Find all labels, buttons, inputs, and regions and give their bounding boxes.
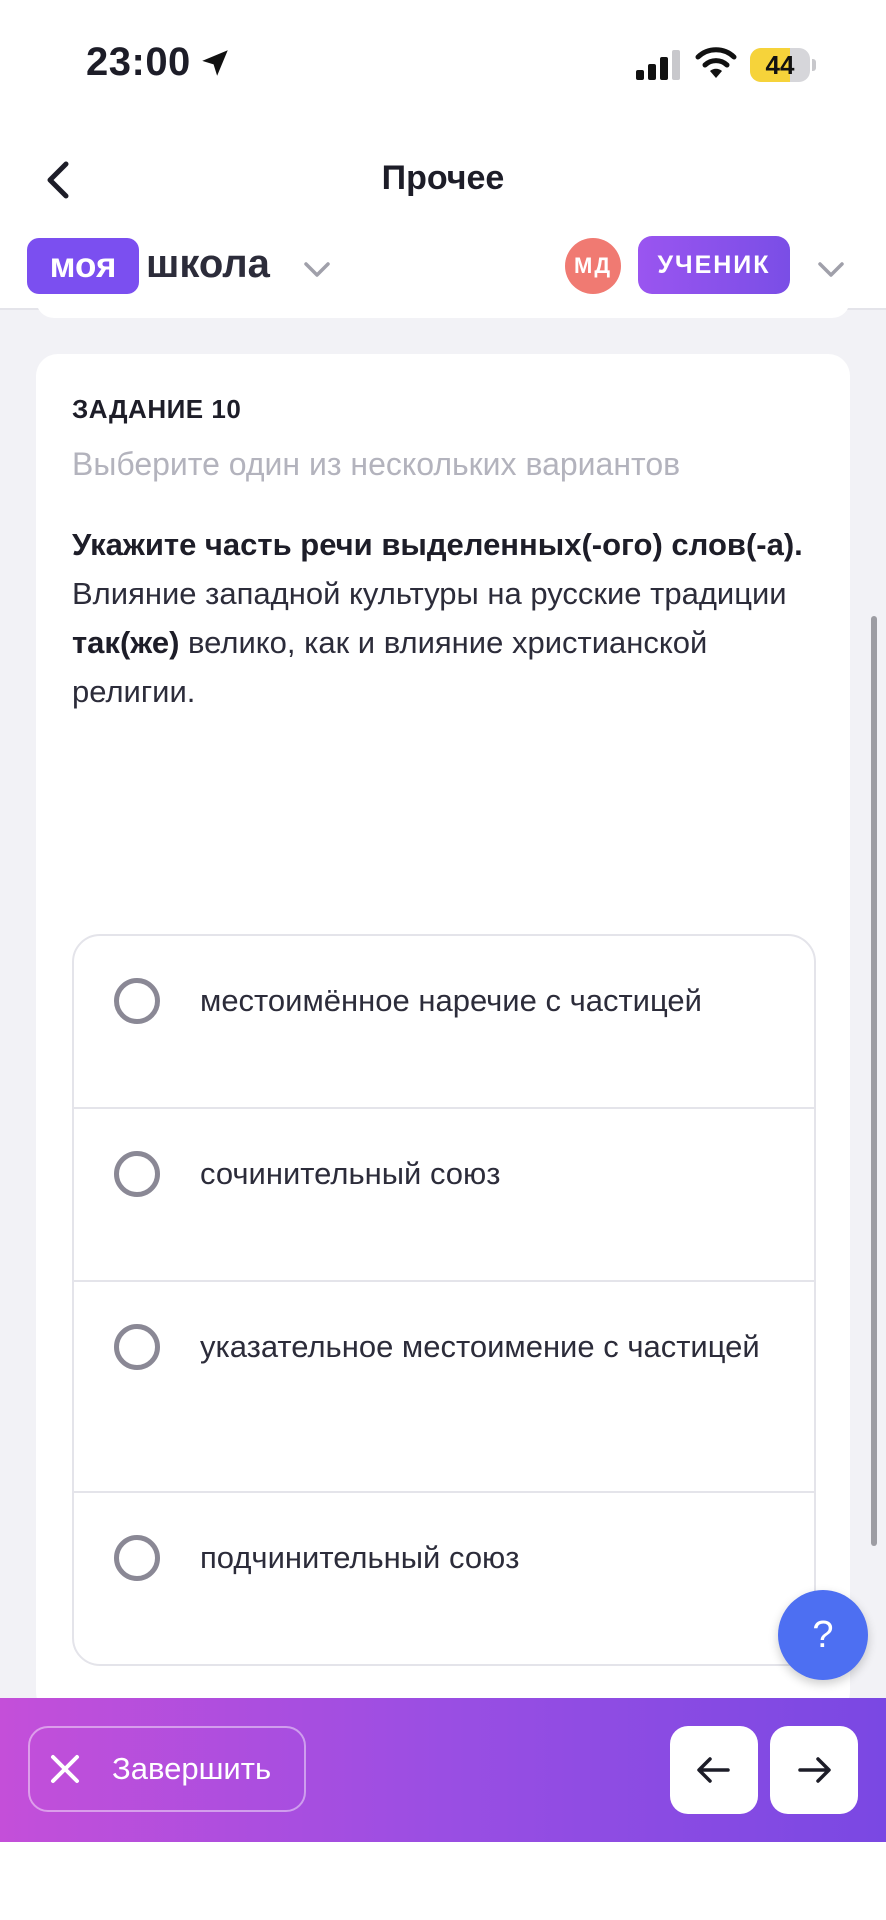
- finish-label: Завершить: [112, 1751, 272, 1786]
- radio-icon[interactable]: [114, 1324, 160, 1370]
- highlighted-word: так(же): [72, 625, 180, 660]
- option-1[interactable]: местоимённое наречие с частицей: [74, 936, 814, 1109]
- previous-question-button[interactable]: [670, 1726, 758, 1814]
- finish-button[interactable]: Завершить: [28, 1726, 306, 1812]
- previous-card-edge: [36, 296, 850, 318]
- bottom-bar: Завершить: [0, 1698, 886, 1842]
- cellular-signal-icon: [636, 50, 680, 80]
- chevron-down-icon[interactable]: [814, 252, 848, 286]
- scrollbar[interactable]: [871, 616, 877, 1546]
- option-2[interactable]: сочинительный союз: [74, 1109, 814, 1282]
- battery-tip: [812, 59, 816, 71]
- answer-options: местоимённое наречие с частицей сочините…: [72, 934, 816, 1666]
- arrow-left-icon: [697, 1757, 730, 1783]
- next-question-button[interactable]: [770, 1726, 858, 1814]
- home-indicator-area: [0, 1842, 886, 1920]
- logo-text: школа: [146, 242, 270, 286]
- role-badge[interactable]: УЧЕНИК: [638, 236, 790, 294]
- help-button[interactable]: ?: [778, 1590, 868, 1680]
- sentence-before: Влияние западной культуры на русские тра…: [72, 576, 787, 611]
- avatar[interactable]: МД: [565, 238, 621, 294]
- battery-icon: 44: [750, 48, 816, 82]
- option-label: местоимённое наречие с частицей: [200, 983, 702, 1018]
- status-bar: 23:00 44: [0, 0, 886, 130]
- location-arrow-icon: [202, 50, 228, 76]
- page-title: Прочее: [381, 159, 505, 197]
- back-button[interactable]: [36, 152, 82, 208]
- option-label: подчинительный союз: [200, 1540, 520, 1575]
- option-3[interactable]: указательное местоимение с частицей: [74, 1282, 814, 1493]
- battery-level: 44: [765, 50, 795, 80]
- arrow-right-icon: [798, 1757, 831, 1783]
- navigation-bar: Прочее: [0, 130, 886, 230]
- wifi-icon: [695, 47, 737, 78]
- status-time: 23:00: [86, 40, 191, 84]
- logo-badge: моя: [27, 238, 139, 294]
- radio-icon[interactable]: [114, 1151, 160, 1197]
- task-title: ЗАДАНИЕ 10: [72, 394, 242, 424]
- chevron-down-icon[interactable]: [300, 252, 334, 286]
- option-label: указательное местоимение с частицей: [200, 1329, 760, 1364]
- question-instruction: Укажите часть речи выделенных(-ого) слов…: [72, 527, 803, 562]
- option-4[interactable]: подчинительный союз: [74, 1493, 814, 1664]
- question-text: Укажите часть речи выделенных(-ого) слов…: [72, 520, 812, 716]
- close-icon: [51, 1755, 79, 1783]
- option-label: сочинительный союз: [200, 1156, 501, 1191]
- radio-icon[interactable]: [114, 978, 160, 1024]
- task-hint: Выберите один из нескольких вариантов: [72, 446, 681, 482]
- radio-icon[interactable]: [114, 1535, 160, 1581]
- task-card: ЗАДАНИЕ 10 Выберите один из нескольких в…: [36, 354, 850, 1714]
